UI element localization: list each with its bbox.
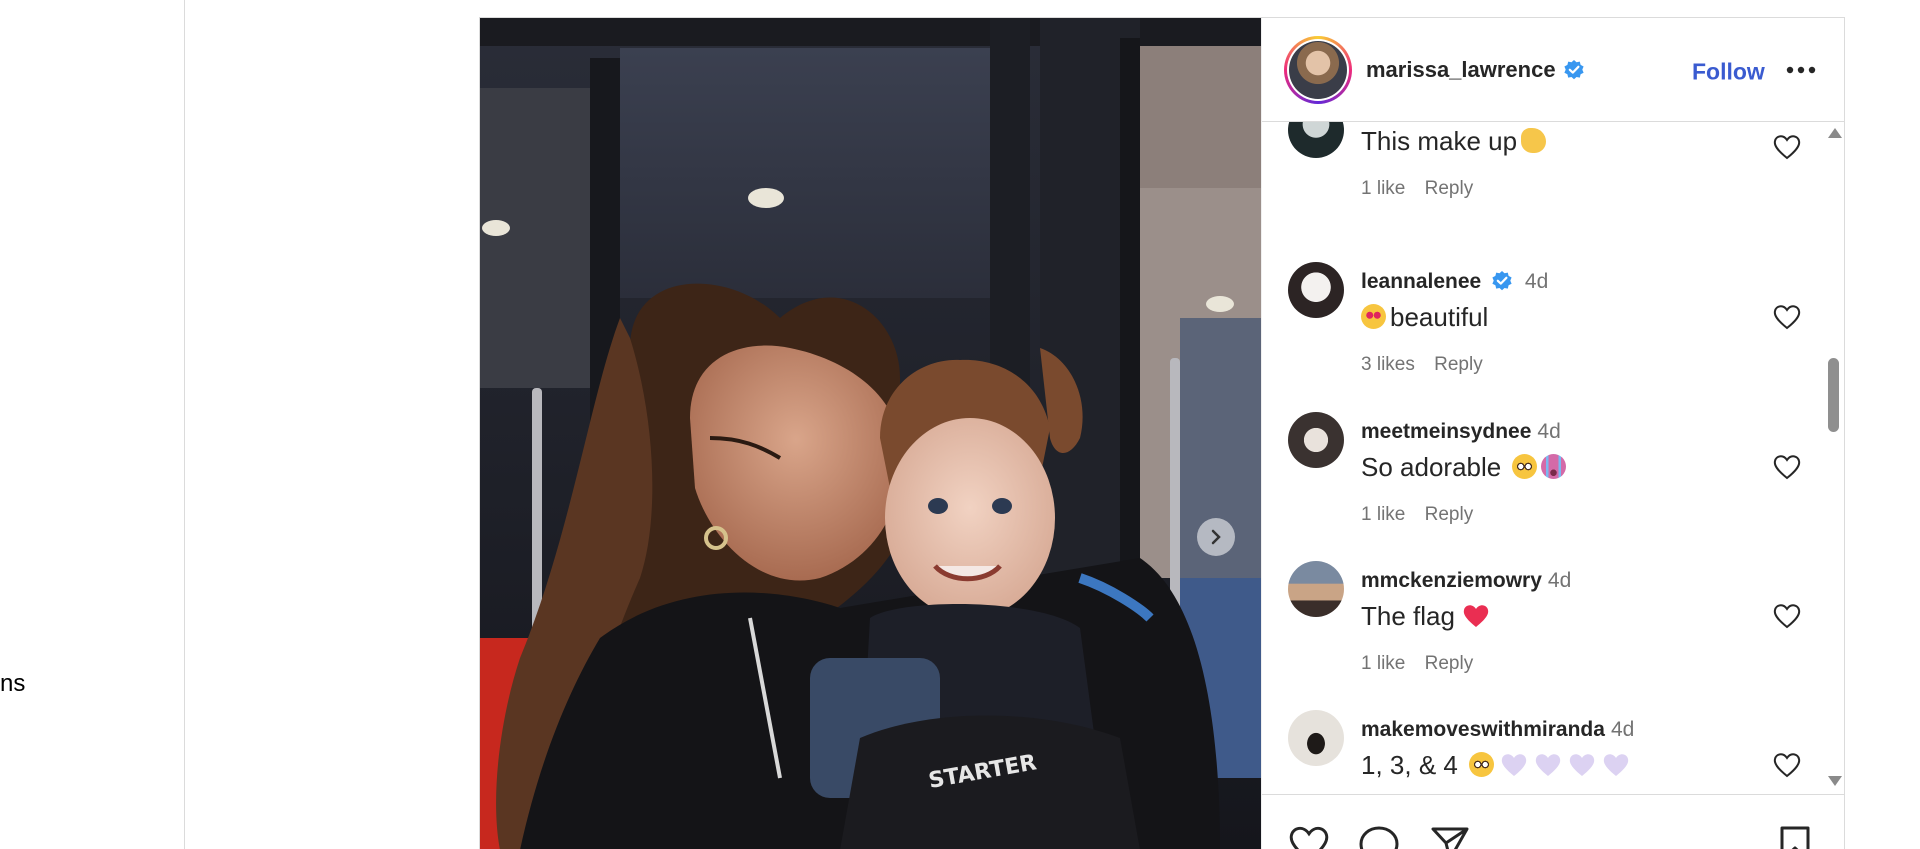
- comment-meta: 1 like Reply: [1361, 504, 1487, 526]
- comments-list[interactable]: This make up 1 like Reply leannalenee 4d…: [1262, 122, 1844, 794]
- verified-badge-icon: [1563, 59, 1585, 81]
- heart-icon[interactable]: [1773, 752, 1801, 783]
- comment-item: leannalenee 4d beautiful 3 likes Reply: [1262, 262, 1822, 412]
- left-sidebar: ns: [0, 0, 185, 849]
- comment-likes[interactable]: 1 like: [1361, 504, 1405, 525]
- heart-icon[interactable]: [1773, 603, 1801, 634]
- comment-avatar[interactable]: [1288, 412, 1344, 468]
- pleading-face-icon: [1512, 454, 1538, 479]
- heart-icon[interactable]: [1773, 454, 1801, 485]
- comment-likes[interactable]: 3 likes: [1361, 354, 1415, 375]
- comments-scrollbar[interactable]: [1824, 122, 1842, 794]
- comment-avatar[interactable]: [1288, 561, 1344, 617]
- comment-text: 1, 3, & 4: [1361, 750, 1630, 781]
- share-icon[interactable]: [1430, 825, 1470, 849]
- avatar-image: [1289, 40, 1347, 99]
- post-details-panel: marissa_lawrence Follow This make up 1 l…: [1261, 18, 1844, 849]
- reply-button[interactable]: Reply: [1425, 504, 1474, 525]
- avatar-border: [1287, 38, 1349, 101]
- red-heart-icon: [1464, 605, 1489, 627]
- comment-text: This make up: [1361, 126, 1547, 157]
- comment-meta: 1 like Reply: [1361, 653, 1487, 675]
- purple-heart-icon: [1603, 754, 1629, 776]
- sidebar-item-label[interactable]: ns: [0, 670, 25, 698]
- post-modal: STARTER marissa_lawrence Follow This mak…: [479, 17, 1845, 849]
- comment-username[interactable]: leannalenee 4d: [1361, 270, 1548, 294]
- comment-username[interactable]: mmckenziemowry 4d: [1361, 569, 1571, 593]
- bookmark-icon[interactable]: [1778, 825, 1812, 849]
- reply-button[interactable]: Reply: [1425, 653, 1474, 674]
- post-photo: STARTER: [480, 18, 1261, 849]
- comment-meta: 3 likes Reply: [1361, 354, 1497, 376]
- comment-time: 4d: [1610, 718, 1635, 741]
- reply-button[interactable]: Reply: [1425, 178, 1474, 199]
- photo-illustration: STARTER: [480, 18, 1261, 849]
- follow-button[interactable]: Follow: [1692, 59, 1765, 86]
- comment-icon[interactable]: [1358, 825, 1400, 849]
- post-username[interactable]: marissa_lawrence: [1366, 57, 1556, 83]
- next-arrow-icon: [1211, 529, 1221, 545]
- scrollbar-thumb[interactable]: [1828, 358, 1839, 432]
- reply-button[interactable]: Reply: [1434, 354, 1483, 375]
- comment-username[interactable]: makemoveswithmiranda 4d: [1361, 718, 1634, 742]
- purple-heart-icon: [1535, 754, 1561, 776]
- comment-time: 4d: [1524, 270, 1549, 293]
- comment-item: This make up 1 like Reply: [1262, 122, 1822, 232]
- clapping-hands-icon: [1521, 128, 1547, 153]
- comment-avatar[interactable]: [1288, 710, 1344, 766]
- comment-item: mmckenziemowry 4d The flag 1 like Reply: [1262, 561, 1822, 711]
- heart-eyes-icon: [1361, 304, 1386, 329]
- comment-likes[interactable]: 1 like: [1361, 653, 1405, 674]
- comment-meta: 1 like Reply: [1361, 178, 1487, 200]
- purple-heart-icon: [1501, 754, 1527, 776]
- comment-username[interactable]: meetmeinsydnee 4d: [1361, 420, 1561, 444]
- comment-item: meetmeinsydnee 4d So adorable 1 like Repl…: [1262, 412, 1822, 562]
- comment-text: The flag: [1361, 601, 1490, 632]
- scroll-down-arrow-icon[interactable]: [1828, 776, 1842, 786]
- comment-text: So adorable: [1361, 452, 1567, 483]
- heart-icon[interactable]: [1773, 134, 1801, 165]
- post-header: marissa_lawrence Follow: [1262, 18, 1844, 122]
- comment-item: makemoveswithmiranda 4d 1, 3, & 4: [1262, 710, 1822, 794]
- pleading-face-icon: [1469, 752, 1495, 777]
- scroll-up-arrow-icon[interactable]: [1828, 128, 1842, 138]
- comment-likes[interactable]: 1 like: [1361, 178, 1405, 199]
- comment-time: 4d: [1537, 420, 1561, 443]
- post-actions-bar: [1262, 794, 1844, 849]
- heart-icon[interactable]: [1773, 304, 1801, 335]
- comment-avatar[interactable]: [1288, 262, 1344, 318]
- comment-text: beautiful: [1361, 302, 1488, 333]
- comment-time: 4d: [1547, 569, 1572, 592]
- avatar[interactable]: [1284, 35, 1352, 104]
- verified-badge-icon: [1492, 271, 1512, 291]
- more-options-icon[interactable]: [1786, 61, 1816, 79]
- heart-icon[interactable]: [1288, 825, 1330, 849]
- next-photo-button[interactable]: [1197, 518, 1235, 556]
- purple-heart-icon: [1569, 754, 1595, 776]
- comment-avatar[interactable]: [1288, 122, 1344, 158]
- crying-face-icon: [1541, 454, 1567, 479]
